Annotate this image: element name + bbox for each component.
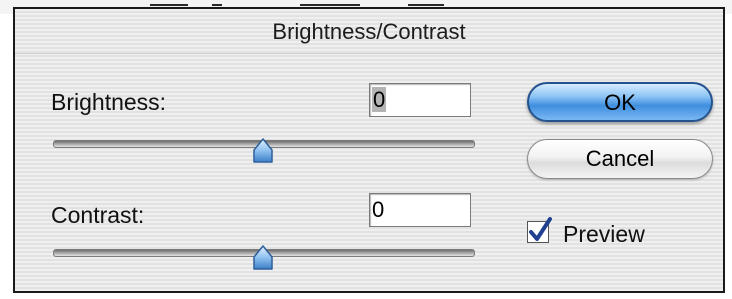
brightness-label: Brightness:: [51, 89, 167, 115]
brightness-slider-thumb-icon[interactable]: [252, 138, 274, 164]
checkmark-icon: [529, 217, 552, 241]
contrast-slider-thumb-icon[interactable]: [252, 245, 274, 271]
background-fragment: [150, 4, 188, 6]
background-fragment: [408, 4, 444, 6]
preview-checkbox[interactable]: [527, 217, 552, 243]
brightness-contrast-dialog: Brightness/Contrast Brightness: 0 Contra…: [13, 7, 725, 293]
brightness-value: 0: [372, 87, 387, 112]
background-fragment: [212, 4, 222, 6]
contrast-label: Contrast:: [51, 202, 145, 228]
preview-label[interactable]: Preview: [563, 221, 645, 248]
dialog-title: Brightness/Contrast: [272, 19, 466, 44]
background-fragment: [300, 4, 360, 6]
title-bar[interactable]: Brightness/Contrast: [15, 9, 723, 54]
contrast-value: 0: [372, 197, 385, 222]
ok-button[interactable]: OK: [527, 82, 713, 122]
cancel-button[interactable]: Cancel: [527, 139, 713, 179]
brightness-input[interactable]: 0: [369, 83, 471, 117]
contrast-input[interactable]: 0: [369, 193, 471, 227]
